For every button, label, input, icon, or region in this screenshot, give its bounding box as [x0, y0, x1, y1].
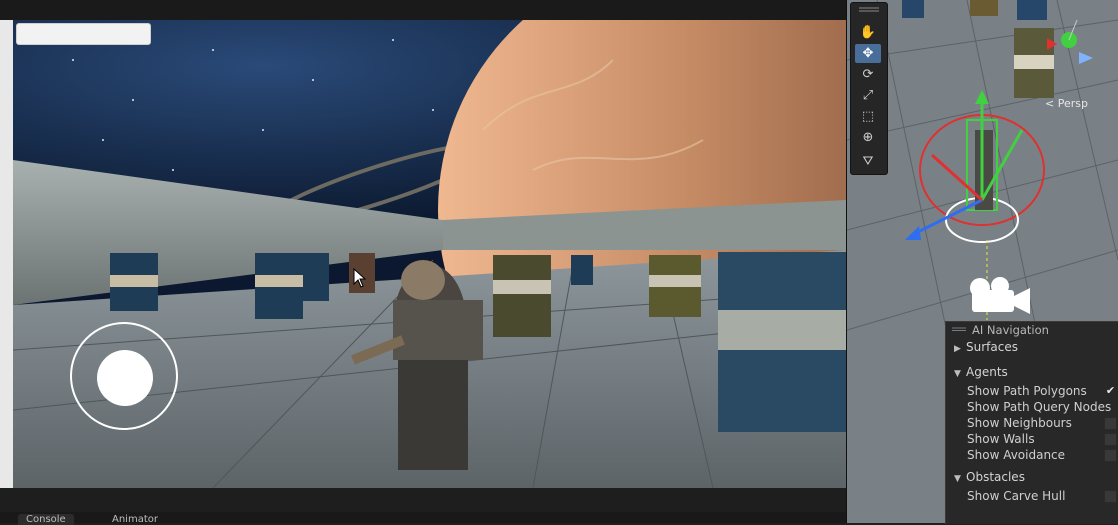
- section-label: Obstacles: [966, 470, 1025, 484]
- tab-animator[interactable]: Animator: [104, 514, 166, 525]
- mouse-pointer-icon: [353, 268, 367, 288]
- section-surfaces[interactable]: ▶ Surfaces: [954, 340, 1018, 354]
- game-view-left-edge: [0, 20, 13, 488]
- option-show-avoidance: Show Avoidance: [967, 448, 1066, 462]
- option-show-neighbours: Show Neighbours: [967, 416, 1072, 430]
- palette-grip-icon[interactable]: [859, 7, 879, 13]
- transform-tool-button[interactable]: ⊕: [855, 128, 881, 147]
- rotate-icon: ⟳: [862, 67, 874, 82]
- bottom-panel-tabs: Console Animator: [0, 512, 846, 525]
- rotate-tool-button[interactable]: ⟳: [855, 65, 881, 84]
- section-agents[interactable]: ▼ Agents: [954, 365, 1008, 379]
- show-path-polygons-checkbox[interactable]: ✔: [1104, 385, 1117, 398]
- panel-title: AI Navigation: [972, 323, 1049, 337]
- scale-icon: ⤢: [862, 88, 874, 103]
- show-walls-checkbox[interactable]: [1104, 433, 1117, 446]
- show-neighbours-checkbox[interactable]: [1104, 417, 1117, 430]
- option-show-path-polygons: Show Path Polygons: [967, 384, 1087, 398]
- section-label: Surfaces: [966, 340, 1018, 354]
- expanded-arrow-icon: ▼: [954, 369, 961, 379]
- camera-gizmo-icon[interactable]: [968, 276, 1034, 316]
- section-obstacles[interactable]: ▼ Obstacles: [954, 470, 1025, 484]
- scene-tool-palette: ✋ ✥ ⟳ ⤢ ⬚ ⊕ ⛛: [850, 2, 888, 175]
- projection-label[interactable]: < Persp: [1045, 97, 1088, 110]
- hand-tool-button[interactable]: ✋: [855, 23, 881, 42]
- rect-tool-button[interactable]: ⬚: [855, 107, 881, 126]
- panel-grip-icon[interactable]: [952, 327, 966, 331]
- option-show-path-query-nodes: Show Path Query Nodes: [967, 400, 1112, 414]
- show-carve-hull-checkbox[interactable]: [1104, 490, 1117, 503]
- move-icon: ✥: [862, 46, 874, 61]
- collapsed-arrow-icon: ▶: [954, 344, 961, 354]
- game-view: Console Animator: [0, 0, 847, 525]
- option-show-carve-hull: Show Carve Hull: [967, 489, 1066, 503]
- hand-icon: ✋: [859, 25, 877, 40]
- expanded-arrow-icon: ▼: [954, 474, 961, 484]
- move-tool-button[interactable]: ✥: [855, 44, 881, 63]
- rect-icon: ⬚: [861, 109, 875, 124]
- game-view-status-bar: [0, 488, 846, 512]
- show-avoidance-checkbox[interactable]: [1104, 449, 1117, 462]
- check-icon: ✔: [1105, 384, 1116, 397]
- scale-tool-button[interactable]: ⤢: [855, 86, 881, 105]
- game-text-input[interactable]: [16, 23, 151, 45]
- custom-tool-button[interactable]: ⛛: [855, 152, 881, 171]
- ai-navigation-panel: AI Navigation ▶ Surfaces ▼ Agents Show Pat…: [945, 321, 1118, 524]
- custom-tool-icon: ⛛: [862, 154, 874, 169]
- tab-console[interactable]: Console: [18, 514, 74, 525]
- transform-icon: ⊕: [862, 130, 874, 145]
- game-view-toolbar: [0, 0, 846, 20]
- option-show-walls: Show Walls: [967, 432, 1035, 446]
- section-label: Agents: [966, 365, 1008, 379]
- virtual-joystick-knob[interactable]: [97, 350, 153, 406]
